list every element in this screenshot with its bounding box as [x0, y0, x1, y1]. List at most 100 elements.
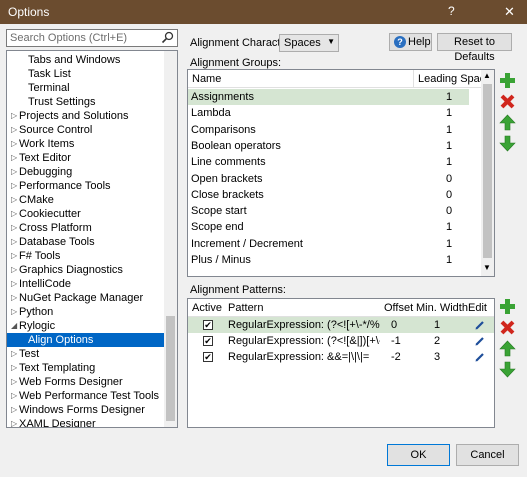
- edit-pencil-icon[interactable]: [475, 352, 485, 362]
- tree-item[interactable]: ▷ F# Tools: [7, 249, 165, 263]
- search-input[interactable]: [10, 31, 160, 45]
- expand-arrow-icon[interactable]: ▷: [11, 291, 19, 305]
- tree-item[interactable]: ▷ XAML Designer: [7, 417, 165, 427]
- tree-item[interactable]: ▷ Source Control: [7, 123, 165, 137]
- expand-arrow-icon[interactable]: ▷: [11, 137, 19, 151]
- cancel-button[interactable]: Cancel: [456, 444, 519, 466]
- tree-item[interactable]: ▷ Web Forms Designer: [7, 375, 165, 389]
- tree-item[interactable]: ▷ Graphics Diagnostics: [7, 263, 165, 277]
- group-row[interactable]: Open brackets 0: [188, 171, 469, 187]
- tree-item[interactable]: Align Options: [7, 333, 165, 347]
- group-row[interactable]: Lambda 1: [188, 105, 469, 121]
- expand-arrow-icon[interactable]: ▷: [11, 361, 19, 375]
- tree-item[interactable]: ▷ Windows Forms Designer: [7, 403, 165, 417]
- move-group-down-arrow-icon[interactable]: [499, 135, 516, 152]
- delete-group-x-icon[interactable]: [499, 93, 516, 110]
- tree-item[interactable]: Terminal: [7, 81, 165, 95]
- help-button[interactable]: ? Help: [389, 33, 432, 51]
- group-row[interactable]: Boolean operators 1: [188, 138, 469, 154]
- expand-arrow-icon[interactable]: ▷: [11, 305, 19, 319]
- group-row[interactable]: Plus / Minus 1: [188, 252, 469, 268]
- tree-item[interactable]: ▷ Web Performance Test Tools: [7, 389, 165, 403]
- column-header-edit[interactable]: Edit: [468, 302, 487, 314]
- expand-arrow-icon[interactable]: ▷: [11, 403, 19, 417]
- column-header-active[interactable]: Active: [192, 302, 222, 314]
- reset-to-defaults-button[interactable]: Reset to Defaults: [437, 33, 512, 63]
- help-icon[interactable]: ?: [448, 4, 455, 18]
- group-row[interactable]: Increment / Decrement 1: [188, 236, 469, 252]
- tree-item[interactable]: ▷ Cookiecutter: [7, 207, 165, 221]
- tree-item[interactable]: Tabs and Windows: [7, 53, 165, 67]
- expand-arrow-icon[interactable]: ▷: [11, 151, 19, 165]
- alignment-groups-grid[interactable]: Name Leading Space Assignments 1 Lambda 1 Co…: [187, 69, 495, 277]
- pattern-row[interactable]: ✔ RegularExpression: (?<![&|])[+\-*/%^~&|…: [188, 333, 494, 349]
- expand-arrow-icon[interactable]: ▷: [11, 179, 19, 193]
- expand-arrow-icon[interactable]: ▷: [11, 165, 19, 179]
- edit-pencil-icon[interactable]: [475, 320, 485, 330]
- group-row[interactable]: Scope start 0: [188, 203, 469, 219]
- active-checkbox[interactable]: ✔: [203, 352, 213, 362]
- tree-item[interactable]: ▷ Work Items: [7, 137, 165, 151]
- group-row[interactable]: Comparisons 1: [188, 122, 469, 138]
- expand-arrow-icon[interactable]: ▷: [11, 193, 19, 207]
- group-row[interactable]: Assignments 1: [188, 89, 469, 105]
- tree-item[interactable]: Trust Settings: [7, 95, 165, 109]
- scroll-up-icon[interactable]: ▲: [483, 71, 491, 80]
- tree-item[interactable]: ▷ Text Editor: [7, 151, 165, 165]
- expand-arrow-icon[interactable]: ▷: [11, 109, 19, 123]
- add-pattern-plus-icon[interactable]: [499, 298, 516, 315]
- collapse-arrow-icon[interactable]: ◢: [11, 319, 19, 333]
- group-row[interactable]: Line comments 1: [188, 154, 469, 170]
- close-button[interactable]: ✕: [492, 0, 527, 24]
- search-icon[interactable]: [161, 31, 174, 44]
- active-checkbox[interactable]: ✔: [203, 320, 213, 330]
- group-row[interactable]: Scope end 1: [188, 219, 469, 235]
- expand-arrow-icon[interactable]: ▷: [11, 207, 19, 221]
- column-header-name[interactable]: Name: [192, 73, 221, 85]
- tree-scrollbar[interactable]: [164, 51, 177, 427]
- column-header-pattern[interactable]: Pattern: [228, 302, 263, 314]
- groups-scrollbar[interactable]: ▲ ▼: [481, 70, 494, 276]
- alignment-characters-dropdown[interactable]: Spaces ▼: [279, 34, 339, 52]
- tree-item[interactable]: ▷ Projects and Solutions: [7, 109, 165, 123]
- tree-item[interactable]: ◢ Rylogic: [7, 319, 165, 333]
- tree-item[interactable]: ▷ Python: [7, 305, 165, 319]
- expand-arrow-icon[interactable]: ▷: [11, 123, 19, 137]
- column-header-min-width[interactable]: Min. Width: [416, 302, 468, 314]
- tree-item[interactable]: ▷ Performance Tools: [7, 179, 165, 193]
- tree-item[interactable]: ▷ Text Templating: [7, 361, 165, 375]
- tree-item[interactable]: Task List: [7, 67, 165, 81]
- expand-arrow-icon[interactable]: ▷: [11, 277, 19, 291]
- alignment-patterns-grid[interactable]: Active Pattern Offset Min. Width Edit ✔ R…: [187, 298, 495, 428]
- expand-arrow-icon[interactable]: ▷: [11, 263, 19, 277]
- expand-arrow-icon[interactable]: ▷: [11, 235, 19, 249]
- move-pattern-up-arrow-icon[interactable]: [499, 340, 516, 357]
- column-header-offset[interactable]: Offset: [384, 302, 413, 314]
- tree-item[interactable]: ▷ Debugging: [7, 165, 165, 179]
- scroll-down-icon[interactable]: ▼: [483, 263, 491, 272]
- tree-scroll-thumb[interactable]: [166, 316, 175, 421]
- groups-scroll-thumb[interactable]: [483, 84, 492, 258]
- active-checkbox[interactable]: ✔: [203, 336, 213, 346]
- expand-arrow-icon[interactable]: ▷: [11, 375, 19, 389]
- expand-arrow-icon[interactable]: ▷: [11, 389, 19, 403]
- delete-pattern-x-icon[interactable]: [499, 319, 516, 336]
- move-group-up-arrow-icon[interactable]: [499, 114, 516, 131]
- add-group-plus-icon[interactable]: [499, 72, 516, 89]
- pattern-row[interactable]: ✔ RegularExpression: &&=|\|\|= -2 3: [188, 349, 494, 365]
- expand-arrow-icon[interactable]: ▷: [11, 417, 19, 427]
- tree-item[interactable]: ▷ CMake: [7, 193, 165, 207]
- edit-pencil-icon[interactable]: [475, 336, 485, 346]
- tree-item[interactable]: ▷ IntelliCode: [7, 277, 165, 291]
- tree-item[interactable]: ▷ Database Tools: [7, 235, 165, 249]
- tree-item[interactable]: ▷ Test: [7, 347, 165, 361]
- options-tree[interactable]: Tabs and Windows Task List Terminal Trust S…: [6, 50, 178, 428]
- expand-arrow-icon[interactable]: ▷: [11, 249, 19, 263]
- move-pattern-down-arrow-icon[interactable]: [499, 361, 516, 378]
- pattern-row[interactable]: ✔ RegularExpression: (?<![+\-*/%^~&|!=<>]…: [188, 317, 494, 333]
- tree-item[interactable]: ▷ Cross Platform: [7, 221, 165, 235]
- tree-item[interactable]: ▷ NuGet Package Manager: [7, 291, 165, 305]
- group-row[interactable]: Close brackets 0: [188, 187, 469, 203]
- expand-arrow-icon[interactable]: ▷: [11, 347, 19, 361]
- ok-button[interactable]: OK: [387, 444, 450, 466]
